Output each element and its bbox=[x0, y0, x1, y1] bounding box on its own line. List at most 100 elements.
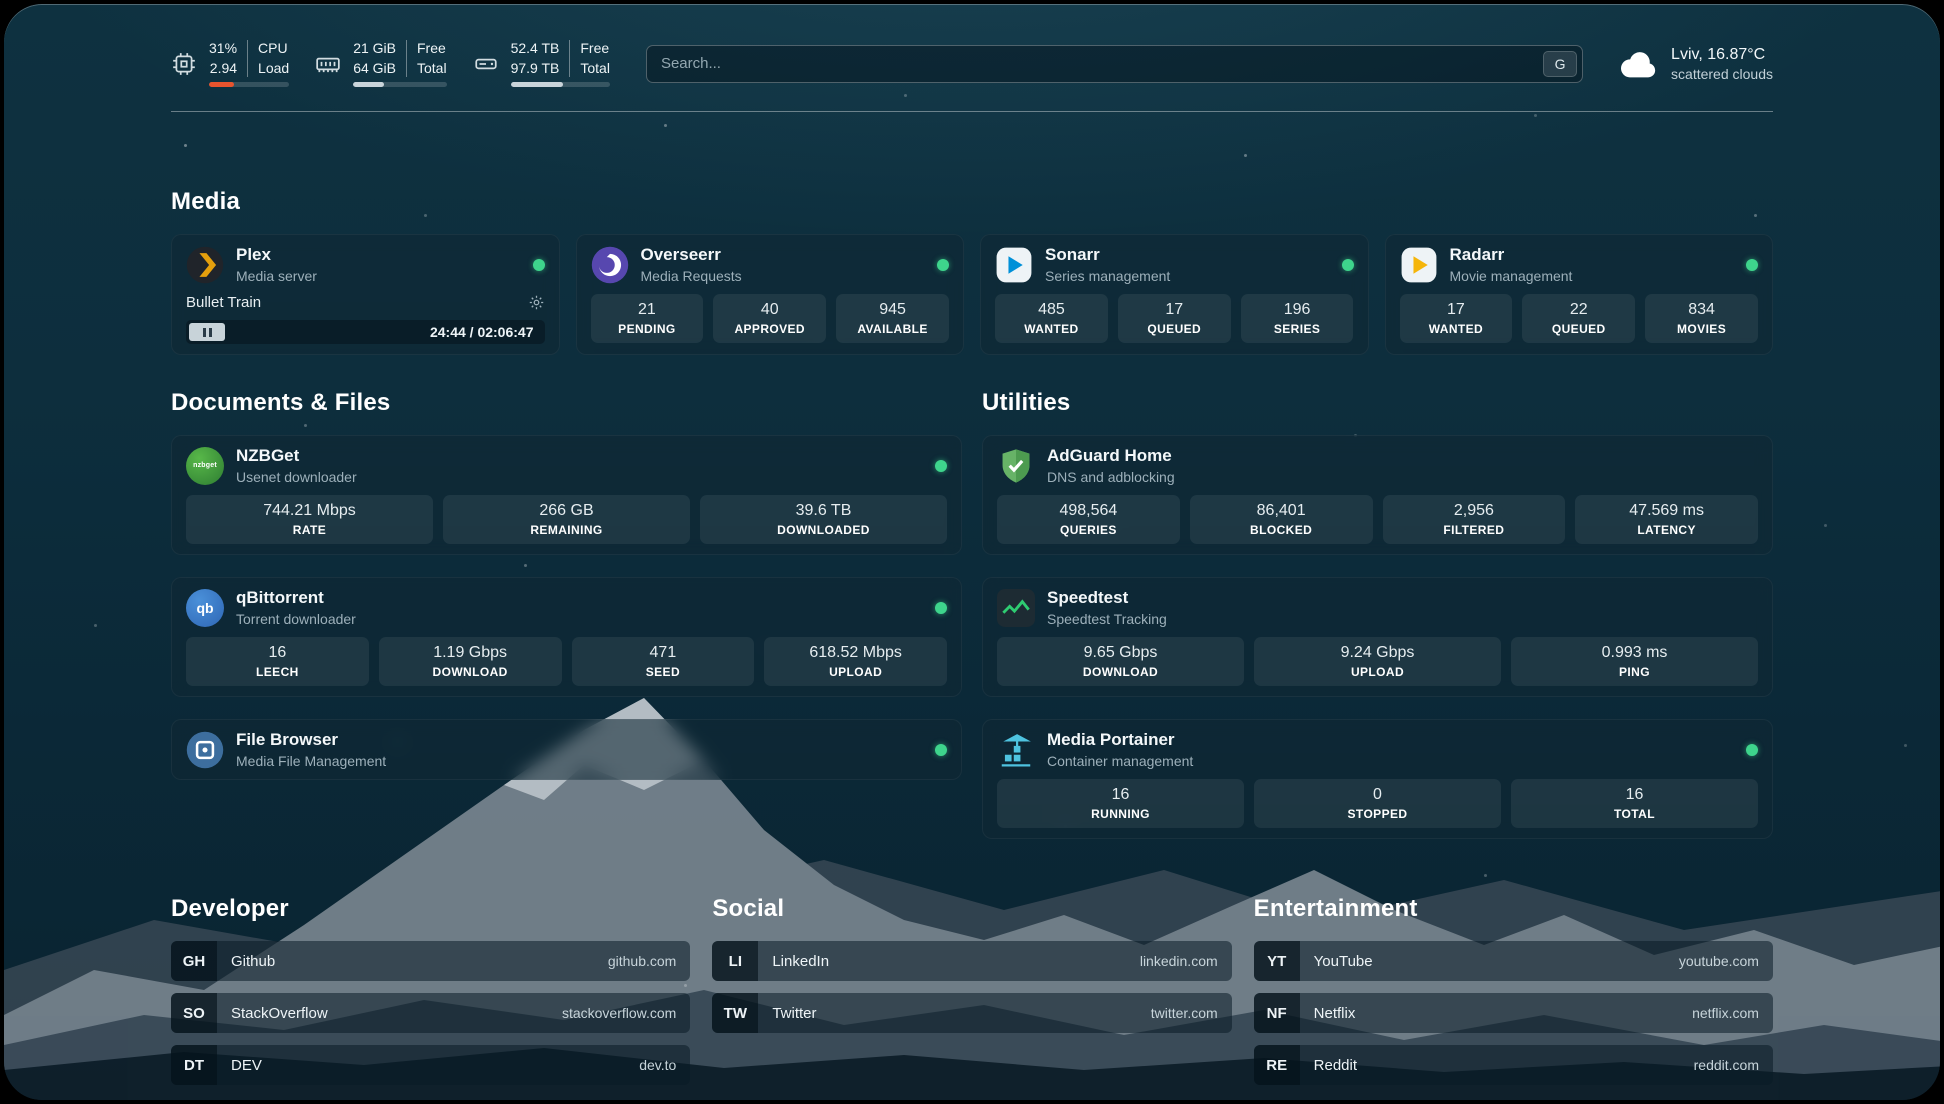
bookmark-github[interactable]: GH Github github.com bbox=[171, 941, 690, 981]
app-name: NZBGet bbox=[236, 446, 923, 466]
weather-widget: Lviv, 16.87°C scattered clouds bbox=[1619, 46, 1773, 82]
card-sonarr[interactable]: Sonarr Series management 485 WANTED 17 Q… bbox=[980, 234, 1369, 355]
stat-box: 744.21 Mbps RATE bbox=[186, 495, 433, 544]
status-dot bbox=[935, 602, 947, 614]
youtube-badge: YT bbox=[1254, 941, 1300, 981]
app-name: Media Portainer bbox=[1047, 730, 1734, 750]
memory-total: 64 GiB bbox=[353, 60, 396, 78]
disk-total: 97.9 TB bbox=[511, 60, 560, 78]
card-speedtest[interactable]: Speedtest Speedtest Tracking 9.65 Gbps D… bbox=[982, 577, 1773, 697]
bookmark-twitter[interactable]: TW Twitter twitter.com bbox=[712, 993, 1231, 1033]
memory-free-label: Free bbox=[417, 40, 447, 58]
card-adguard[interactable]: AdGuard Home DNS and adblocking 498,564 … bbox=[982, 435, 1773, 555]
reddit-badge: RE bbox=[1254, 1045, 1300, 1085]
app-subtitle: Usenet downloader bbox=[236, 469, 923, 485]
bookmark-reddit[interactable]: RE Reddit reddit.com bbox=[1254, 1045, 1773, 1085]
section-title-media: Media bbox=[171, 188, 1773, 216]
bookmark-dev[interactable]: DT DEV dev.to bbox=[171, 1045, 690, 1085]
stat-box: 834 MOVIES bbox=[1645, 294, 1758, 343]
radarr-icon bbox=[1400, 246, 1438, 284]
weather-condition: scattered clouds bbox=[1671, 66, 1773, 82]
card-nzbget[interactable]: nzbget NZBGet Usenet downloader 744.21 M… bbox=[171, 435, 962, 555]
search-bar: G bbox=[646, 45, 1583, 83]
stat-box: 0 STOPPED bbox=[1254, 779, 1501, 828]
playback-time: 24:44 / 02:06:47 bbox=[430, 324, 542, 340]
stat-box: 40 APPROVED bbox=[713, 294, 826, 343]
stat-box: 9.65 Gbps DOWNLOAD bbox=[997, 637, 1244, 686]
disk-widget: 52.4 TB 97.9 TB Free Total bbox=[473, 40, 610, 87]
stat-box: 16 TOTAL bbox=[1511, 779, 1758, 828]
stat-box: 266 GB REMAINING bbox=[443, 495, 690, 544]
cpu-widget: 31% 2.94 CPU Load bbox=[171, 40, 289, 87]
stat-box: 498,564 QUERIES bbox=[997, 495, 1180, 544]
stat-box: 16 RUNNING bbox=[997, 779, 1244, 828]
cpu-label: CPU bbox=[258, 40, 289, 58]
card-radarr[interactable]: Radarr Movie management 17 WANTED 22 QUE… bbox=[1385, 234, 1774, 355]
stat-box: 1.19 Gbps DOWNLOAD bbox=[379, 637, 562, 686]
app-name: Speedtest bbox=[1047, 588, 1758, 608]
stat-box: 21 PENDING bbox=[591, 294, 704, 343]
cpu-load-label: Load bbox=[258, 60, 289, 78]
card-qbittorrent[interactable]: qb qBittorrent Torrent downloader 16 LEE… bbox=[171, 577, 962, 697]
adguard-icon bbox=[997, 447, 1035, 485]
stat-box: 2,956 FILTERED bbox=[1383, 495, 1566, 544]
stat-box: 22 QUEUED bbox=[1522, 294, 1635, 343]
filebrowser-icon bbox=[186, 731, 224, 769]
stat-box: 17 QUEUED bbox=[1118, 294, 1231, 343]
twitter-badge: TW bbox=[712, 993, 758, 1033]
section-title-social: Social bbox=[712, 895, 1231, 923]
nzbget-icon: nzbget bbox=[186, 447, 224, 485]
linkedin-badge: LI bbox=[712, 941, 758, 981]
pause-button[interactable] bbox=[189, 323, 225, 341]
app-name: File Browser bbox=[236, 730, 923, 750]
app-subtitle: Series management bbox=[1045, 268, 1330, 284]
section-documents: Documents & Files nzbget NZBGet Usenet d… bbox=[171, 389, 962, 780]
memory-free: 21 GiB bbox=[353, 40, 396, 58]
memory-total-label: Total bbox=[417, 60, 447, 78]
playback-progress-bar[interactable]: 24:44 / 02:06:47 bbox=[186, 320, 545, 344]
search-shortcut-button[interactable]: G bbox=[1543, 51, 1577, 77]
qbittorrent-icon: qb bbox=[186, 589, 224, 627]
status-dot bbox=[1342, 259, 1354, 271]
app-name: Overseerr bbox=[641, 245, 926, 265]
gear-icon[interactable] bbox=[528, 294, 545, 311]
status-dot bbox=[937, 259, 949, 271]
disk-free-label: Free bbox=[580, 40, 610, 58]
disk-free: 52.4 TB bbox=[511, 40, 560, 58]
app-name: Sonarr bbox=[1045, 245, 1330, 265]
app-name: AdGuard Home bbox=[1047, 446, 1758, 466]
portainer-icon bbox=[997, 731, 1035, 769]
app-subtitle: Media server bbox=[236, 268, 521, 284]
stat-box: 945 AVAILABLE bbox=[836, 294, 949, 343]
section-title-developer: Developer bbox=[171, 895, 690, 923]
section-utilities: Utilities AdGuard Home DNS and adblockin… bbox=[982, 389, 1773, 839]
stat-box: 9.24 Gbps UPLOAD bbox=[1254, 637, 1501, 686]
disk-progress-fill bbox=[511, 82, 564, 87]
cpu-load-avg: 2.94 bbox=[210, 60, 237, 78]
bookmark-netflix[interactable]: NF Netflix netflix.com bbox=[1254, 993, 1773, 1033]
cpu-progress-bar bbox=[209, 82, 289, 87]
disk-total-label: Total bbox=[580, 60, 610, 78]
status-dot bbox=[1746, 259, 1758, 271]
bookmark-youtube[interactable]: YT YouTube youtube.com bbox=[1254, 941, 1773, 981]
stat-box: 618.52 Mbps UPLOAD bbox=[764, 637, 947, 686]
cpu-icon bbox=[171, 51, 197, 77]
card-filebrowser[interactable]: File Browser Media File Management bbox=[171, 719, 962, 780]
card-overseerr[interactable]: Overseerr Media Requests 21 PENDING 40 A… bbox=[576, 234, 965, 355]
stat-box: 471 SEED bbox=[572, 637, 755, 686]
section-title-documents: Documents & Files bbox=[171, 389, 962, 417]
dev-badge: DT bbox=[171, 1045, 217, 1085]
bookmark-stackoverflow[interactable]: SO StackOverflow stackoverflow.com bbox=[171, 993, 690, 1033]
card-plex[interactable]: Plex Media server Bullet Train bbox=[171, 234, 560, 355]
snow-particles bbox=[4, 4, 7, 7]
bookmark-linkedin[interactable]: LI LinkedIn linkedin.com bbox=[712, 941, 1231, 981]
search-input[interactable] bbox=[661, 55, 1530, 72]
stat-box: 196 SERIES bbox=[1241, 294, 1354, 343]
memory-progress-bar bbox=[353, 82, 446, 87]
stat-box: 17 WANTED bbox=[1400, 294, 1513, 343]
memory-widget: 21 GiB 64 GiB Free Total bbox=[315, 40, 446, 87]
section-title-utilities: Utilities bbox=[982, 389, 1773, 417]
card-portainer[interactable]: Media Portainer Container management 16 … bbox=[982, 719, 1773, 839]
app-name: Plex bbox=[236, 245, 521, 265]
app-name: qBittorrent bbox=[236, 588, 923, 608]
